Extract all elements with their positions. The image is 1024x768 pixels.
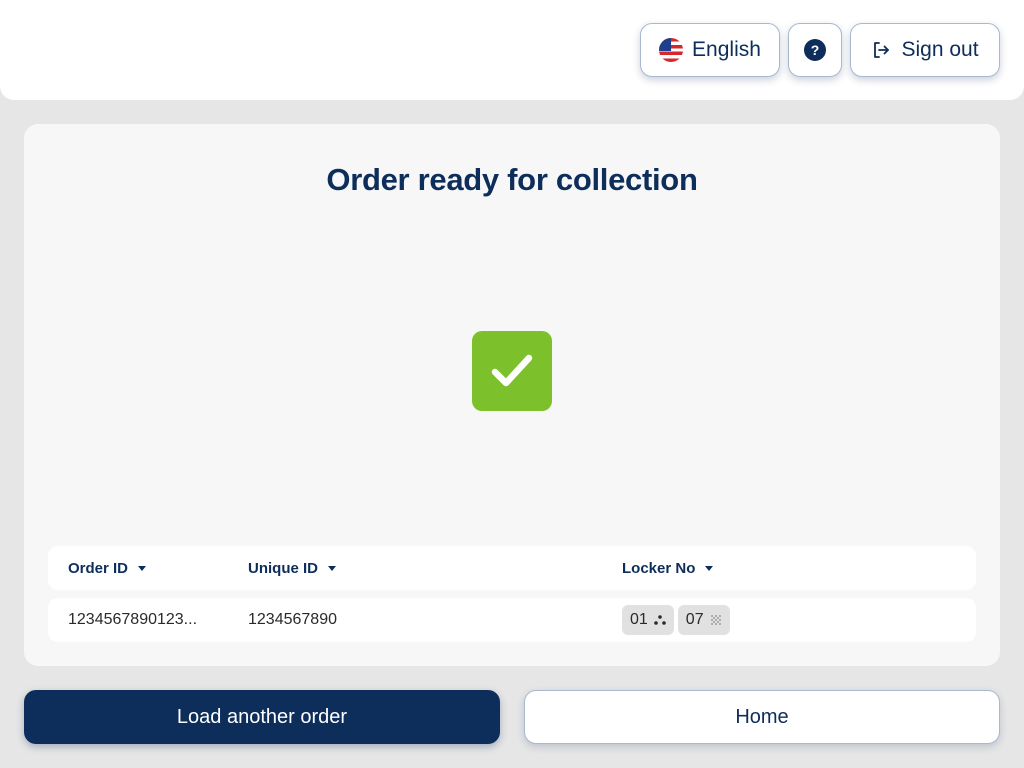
column-header-unique-id[interactable]: Unique ID [248, 546, 336, 590]
locker-number: 01 [630, 611, 648, 628]
sort-caret-icon [705, 565, 714, 571]
help-button[interactable]: ? [788, 23, 842, 77]
sort-caret-icon [138, 565, 147, 571]
column-label: Order ID [68, 559, 129, 577]
order-status-card: Order ready for collection Order ID Uniq… [24, 124, 1000, 666]
locker-chip: 01 [622, 605, 674, 635]
order-id-cell: 1234567890123... [68, 611, 198, 628]
locker-cell: 01 07 [622, 598, 734, 642]
locker-number: 07 [685, 611, 704, 628]
checkmark-icon [472, 331, 552, 411]
language-label: English [692, 38, 761, 61]
load-another-order-button[interactable]: Load another order [24, 690, 500, 744]
sort-caret-icon [328, 565, 336, 571]
column-label: Unique ID [248, 559, 318, 577]
sign-out-icon [874, 42, 890, 58]
language-button[interactable]: English [640, 23, 780, 77]
dots-three-icon [653, 615, 666, 625]
home-button[interactable]: Home [524, 690, 1000, 744]
dots-grid-icon [710, 615, 721, 625]
page-title: Order ready for collection [326, 162, 698, 197]
sign-out-button[interactable]: Sign out [850, 23, 1000, 77]
table-row[interactable]: 1234567890123... 1234567890 01 07 [48, 598, 976, 642]
column-header-locker-no[interactable]: Locker No [622, 546, 714, 590]
top-bar: English ? Sign out [0, 0, 1024, 100]
table-header: Order ID Unique ID Locker No [48, 546, 976, 590]
unique-id-cell: 1234567890 [248, 611, 337, 628]
locker-chip: 07 [677, 605, 730, 635]
column-label: Locker No [622, 559, 696, 577]
us-flag-icon [659, 38, 684, 62]
column-header-order-id[interactable]: Order ID [68, 546, 147, 590]
sign-out-label: Sign out [901, 38, 979, 61]
question-circle-icon: ? [804, 39, 826, 61]
